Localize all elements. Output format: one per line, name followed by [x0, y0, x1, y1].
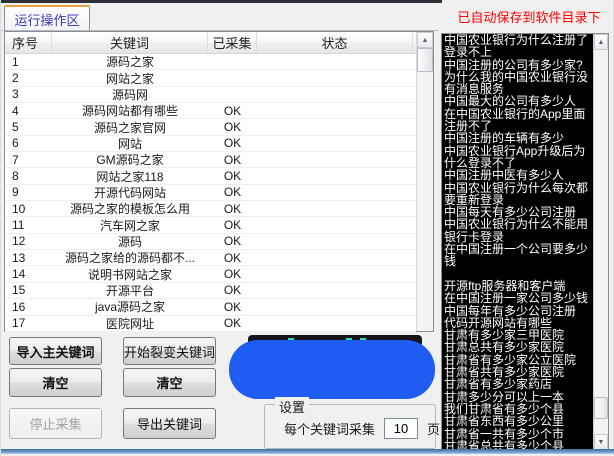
autosave-notice: 已自动保存到软件目录下 [449, 7, 609, 26]
log-scroll-thumb[interactable] [594, 397, 608, 419]
table-cell-no: 5 [5, 120, 52, 134]
tab-label: 运行操作区 [14, 10, 79, 29]
export-keywords-button[interactable]: 导出关键词 [123, 408, 216, 439]
table-row[interactable]: 11汽车网之家OK [5, 217, 416, 233]
table-row[interactable]: 15开源平台OK [5, 283, 416, 299]
window-bottom-border [1, 449, 614, 454]
table-cell-no: 1 [5, 55, 52, 69]
table-header-row: 序号 关键词 已采集 状态 [5, 32, 433, 54]
table-row[interactable]: 7GM源码之家OK [5, 152, 416, 168]
table-cell-kw: 医院网址 [52, 315, 208, 332]
table-cell-col: OK [208, 169, 257, 183]
table-row[interactable]: 17医院网址OK [5, 316, 416, 332]
table-body: 1源码之家2网站之家3源码网4源码网站都有哪些OK5源码之家官网OK6网站OK7… [5, 54, 416, 332]
settings-legend: 设置 [275, 397, 309, 416]
table-cell-no: 16 [5, 300, 52, 314]
table-row[interactable]: 12源码OK [5, 234, 416, 250]
pages-per-keyword-label: 每个关键词采集 [284, 419, 375, 438]
table-cell-kw: java源码之家 [52, 298, 208, 315]
table-cell-no: 2 [5, 71, 52, 85]
blue-overlay-button[interactable] [229, 340, 435, 399]
table-row[interactable]: 4源码网站都有哪些OK [5, 103, 416, 119]
pages-per-keyword-input[interactable] [384, 418, 418, 439]
table-scroll-thumb[interactable] [417, 48, 433, 72]
table-cell-no: 12 [5, 234, 52, 248]
table-cell-col: OK [208, 267, 257, 281]
table-cell-col: OK [208, 136, 257, 150]
app-window: 运行操作区 已自动保存到软件目录下 序号 关键词 已采集 状态 1源码之家2网站… [0, 0, 614, 456]
table-cell-col: OK [208, 283, 257, 297]
table-row[interactable]: 1源码之家 [5, 54, 416, 70]
table-row[interactable]: 9开源代码网站OK [5, 185, 416, 201]
table-cell-col: OK [208, 202, 257, 216]
table-cell-no: 9 [5, 185, 52, 199]
table-row[interactable]: 3源码网 [5, 87, 416, 103]
window-top-border [1, 0, 442, 3]
table-row[interactable]: 13源码之家给的源码都不...OK [5, 250, 416, 266]
table-scrollbar[interactable]: ▲ [416, 32, 433, 331]
tab-run-operation-area[interactable]: 运行操作区 [4, 5, 90, 31]
log-scroll-down-icon[interactable]: ▼ [594, 434, 608, 450]
log-scrollbar[interactable]: ▲ ▼ [593, 34, 608, 450]
table-cell-no: 7 [5, 153, 52, 167]
table-cell-kw: 网站之家 [52, 70, 208, 87]
table-cell-kw: 开源平台 [52, 282, 208, 299]
table-cell-kw: 源码之家官网 [52, 119, 208, 136]
column-header-status[interactable]: 状态 [257, 32, 413, 53]
log-scroll-up-icon[interactable]: ▲ [594, 34, 608, 50]
table-cell-no: 8 [5, 169, 52, 183]
table-cell-no: 15 [5, 283, 52, 297]
table-cell-col: OK [208, 251, 257, 265]
settings-row: 每个关键词采集 页 [284, 418, 440, 439]
start-fission-keywords-button[interactable]: 开始裂变关键词 [123, 337, 216, 365]
keyword-table: 序号 关键词 已采集 状态 1源码之家2网站之家3源码网4源码网站都有哪些OK5… [4, 31, 434, 332]
table-row[interactable]: 2网站之家 [5, 70, 416, 86]
table-cell-kw: 源码之家的模板怎么用 [52, 200, 208, 217]
table-cell-no: 4 [5, 104, 52, 118]
table-cell-kw: 网站之家118 [52, 168, 208, 185]
table-row[interactable]: 6网站OK [5, 136, 416, 152]
table-cell-no: 13 [5, 251, 52, 265]
table-cell-col: OK [208, 234, 257, 248]
table-cell-no: 14 [5, 267, 52, 281]
table-cell-no: 17 [5, 316, 52, 330]
table-cell-no: 11 [5, 218, 52, 232]
table-cell-kw: 说明书网站之家 [52, 266, 208, 283]
table-row[interactable]: 14说明书网站之家OK [5, 266, 416, 282]
table-cell-col: OK [208, 104, 257, 118]
pages-unit-label: 页 [427, 419, 440, 438]
table-cell-kw: 源码之家 [52, 54, 208, 70]
table-cell-no: 10 [5, 202, 52, 216]
table-cell-kw: 源码网站都有哪些 [52, 102, 208, 119]
clear-right-button[interactable]: 清空 [123, 368, 216, 397]
stop-collect-button[interactable]: 停止采集 [9, 408, 102, 439]
table-cell-kw: 开源代码网站 [52, 184, 208, 201]
table-row[interactable]: 16java源码之家OK [5, 299, 416, 315]
table-cell-col: OK [208, 218, 257, 232]
table-cell-no: 3 [5, 87, 52, 101]
log-panel: 中国农业银行为什么注册了 登录不上 中国注册的公司有多少家? 为什么我的中国农业… [441, 33, 609, 451]
table-cell-col: OK [208, 300, 257, 314]
table-row[interactable]: 10源码之家的模板怎么用OK [5, 201, 416, 217]
table-cell-col: OK [208, 185, 257, 199]
table-cell-kw: 源码之家给的源码都不... [52, 249, 208, 266]
column-header-collected[interactable]: 已采集 [208, 32, 257, 53]
table-cell-kw: 网站 [52, 135, 208, 152]
table-cell-col: OK [208, 316, 257, 330]
table-cell-kw: 源码 [52, 233, 208, 250]
clear-left-button[interactable]: 清空 [9, 368, 102, 397]
log-lines: 中国农业银行为什么注册了 登录不上 中国注册的公司有多少家? 为什么我的中国农业… [444, 34, 594, 451]
import-main-keywords-button[interactable]: 导入主关键词 [9, 337, 102, 365]
table-cell-col: OK [208, 120, 257, 134]
table-cell-kw: 源码网 [52, 86, 208, 103]
table-row[interactable]: 8网站之家118OK [5, 168, 416, 184]
table-cell-kw: 汽车网之家 [52, 217, 208, 234]
table-scroll-up-icon[interactable]: ▲ [417, 32, 433, 48]
table-cell-no: 6 [5, 136, 52, 150]
column-header-keyword[interactable]: 关键词 [52, 32, 208, 53]
table-cell-kw: GM源码之家 [52, 151, 208, 168]
column-header-no[interactable]: 序号 [5, 32, 52, 53]
table-row[interactable]: 5源码之家官网OK [5, 119, 416, 135]
table-cell-col: OK [208, 153, 257, 167]
